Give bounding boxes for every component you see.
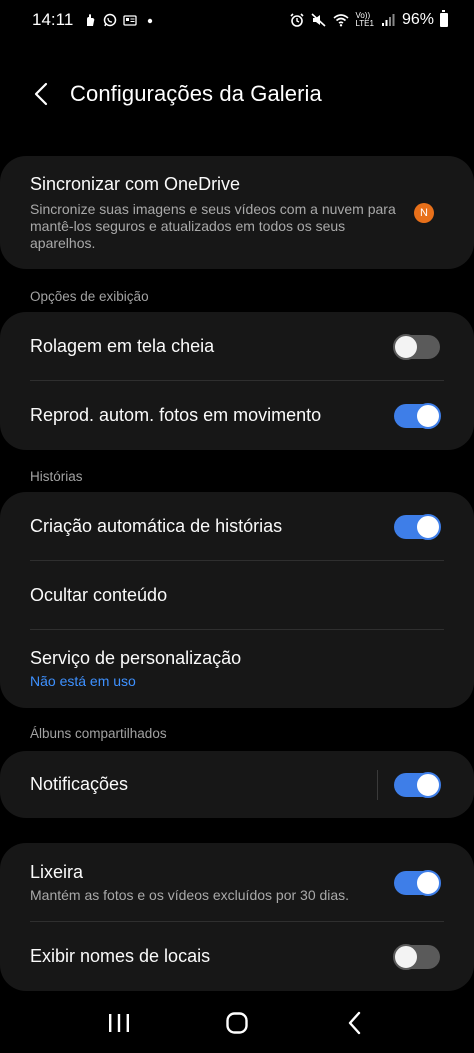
location-names-texts: Exibir nomes de locais	[30, 946, 394, 967]
location-names-row[interactable]: Exibir nomes de locais	[0, 922, 474, 991]
auto-stories-texts: Criação automática de histórias	[30, 516, 394, 537]
status-time: 14:11	[32, 10, 74, 29]
toggle-knob	[393, 943, 419, 970]
fullscreen-scroll-title: Rolagem em tela cheia	[30, 336, 215, 356]
trash-row[interactable]: Lixeira Mantém as fotos e os vídeos excl…	[0, 843, 474, 922]
personalization-service-status: Não está em uso	[30, 673, 136, 689]
signal-icon	[381, 14, 395, 26]
status-bar: 14:11 Vo)) LTE1 96%	[0, 0, 474, 40]
location-names-toggle[interactable]	[393, 943, 440, 970]
recents-button[interactable]	[99, 1003, 139, 1043]
battery-percentage: 96%	[401, 11, 434, 28]
section-label-display: Opções de exibição	[30, 289, 149, 304]
notifications-toggle[interactable]	[394, 771, 441, 798]
fullscreen-scroll-texts: Rolagem em tela cheia	[30, 336, 394, 357]
recents-icon	[109, 1014, 129, 1032]
trash-texts: Lixeira Mantém as fotos e os vídeos excl…	[30, 862, 394, 904]
onedrive-sync-row[interactable]: Sincronizar com OneDrive Sincronize suas…	[0, 156, 474, 269]
home-icon	[226, 1012, 248, 1034]
hide-content-row[interactable]: Ocultar conteúdo	[0, 561, 474, 630]
motion-photos-title: Reprod. autom. fotos em movimento	[30, 405, 322, 425]
onedrive-texts: Sincronizar com OneDrive Sincronize suas…	[30, 174, 414, 252]
shared-albums-card: Notificações	[0, 751, 474, 818]
notifications-title: Notificações	[30, 774, 129, 794]
notifications-texts: Notificações	[30, 774, 377, 795]
chevron-left-icon	[34, 82, 48, 106]
wifi-icon	[333, 14, 349, 27]
new-badge: N	[414, 202, 434, 223]
auto-stories-title: Criação automática de histórias	[30, 516, 283, 536]
dot-icon	[148, 18, 153, 24]
trash-subtitle: Mantém as fotos e os vídeos excluídos po…	[30, 886, 350, 903]
hide-content-texts: Ocultar conteúdo	[30, 585, 444, 606]
battery-icon	[440, 10, 448, 27]
fullscreen-scroll-row[interactable]: Rolagem em tela cheia	[0, 312, 474, 381]
toggle-knob	[393, 333, 419, 360]
stories-card: Criação automática de histórias Ocultar …	[0, 492, 474, 708]
misc-card: Lixeira Mantém as fotos e os vídeos excl…	[0, 843, 474, 991]
toggle-knob	[415, 771, 441, 798]
personalization-service-texts: Serviço de personalização Não está em us…	[30, 648, 444, 690]
toggle-knob	[415, 513, 441, 540]
toggle-knob	[415, 869, 441, 896]
page-title: Configurações da Galeria	[70, 81, 322, 106]
toggle-knob	[415, 402, 441, 429]
trash-title: Lixeira	[30, 861, 84, 882]
onedrive-subtitle: Sincronize suas imagens e seus vídeos co…	[30, 200, 396, 251]
notifications-row[interactable]: Notificações	[0, 751, 474, 818]
id-card-icon	[123, 15, 137, 26]
status-right: Vo)) LTE1 96%	[289, 10, 448, 29]
vertical-separator	[377, 769, 378, 800]
back-icon	[348, 1011, 361, 1035]
display-card: Rolagem em tela cheia Reprod. autom. fot…	[0, 312, 474, 450]
auto-stories-row[interactable]: Criação automática de histórias	[0, 492, 474, 561]
personalization-service-title: Serviço de personalização	[30, 648, 242, 668]
motion-photos-toggle[interactable]	[394, 402, 441, 429]
sync-card: Sincronizar com OneDrive Sincronize suas…	[0, 156, 474, 269]
section-label-stories: Histórias	[30, 469, 83, 484]
mute-icon	[311, 13, 326, 27]
motion-photos-row[interactable]: Reprod. autom. fotos em movimento	[0, 381, 474, 450]
volte-icon: Vo)) LTE1	[355, 12, 374, 28]
onedrive-title: Sincronizar com OneDrive	[30, 173, 241, 194]
back-button[interactable]	[22, 74, 62, 114]
trash-toggle[interactable]	[394, 869, 441, 896]
volte-bottom: LTE1	[355, 19, 374, 28]
status-left: 14:11	[32, 10, 157, 30]
home-button[interactable]	[217, 1003, 257, 1043]
alarm-icon	[290, 13, 305, 27]
nav-back-button[interactable]	[335, 1003, 375, 1043]
auto-stories-toggle[interactable]	[394, 513, 441, 540]
hide-content-title: Ocultar conteúdo	[30, 585, 168, 605]
whatsapp-icon	[104, 13, 117, 27]
location-names-title: Exibir nomes de locais	[30, 946, 211, 966]
section-label-shared-albums: Álbuns compartilhados	[30, 726, 167, 741]
fullscreen-scroll-toggle[interactable]	[393, 333, 440, 360]
navigation-bar	[0, 993, 474, 1053]
personalization-service-row[interactable]: Serviço de personalização Não está em us…	[0, 630, 474, 708]
header: Configurações da Galeria	[0, 68, 474, 120]
notification-hand-icon	[87, 14, 95, 26]
motion-photos-texts: Reprod. autom. fotos em movimento	[30, 405, 394, 426]
